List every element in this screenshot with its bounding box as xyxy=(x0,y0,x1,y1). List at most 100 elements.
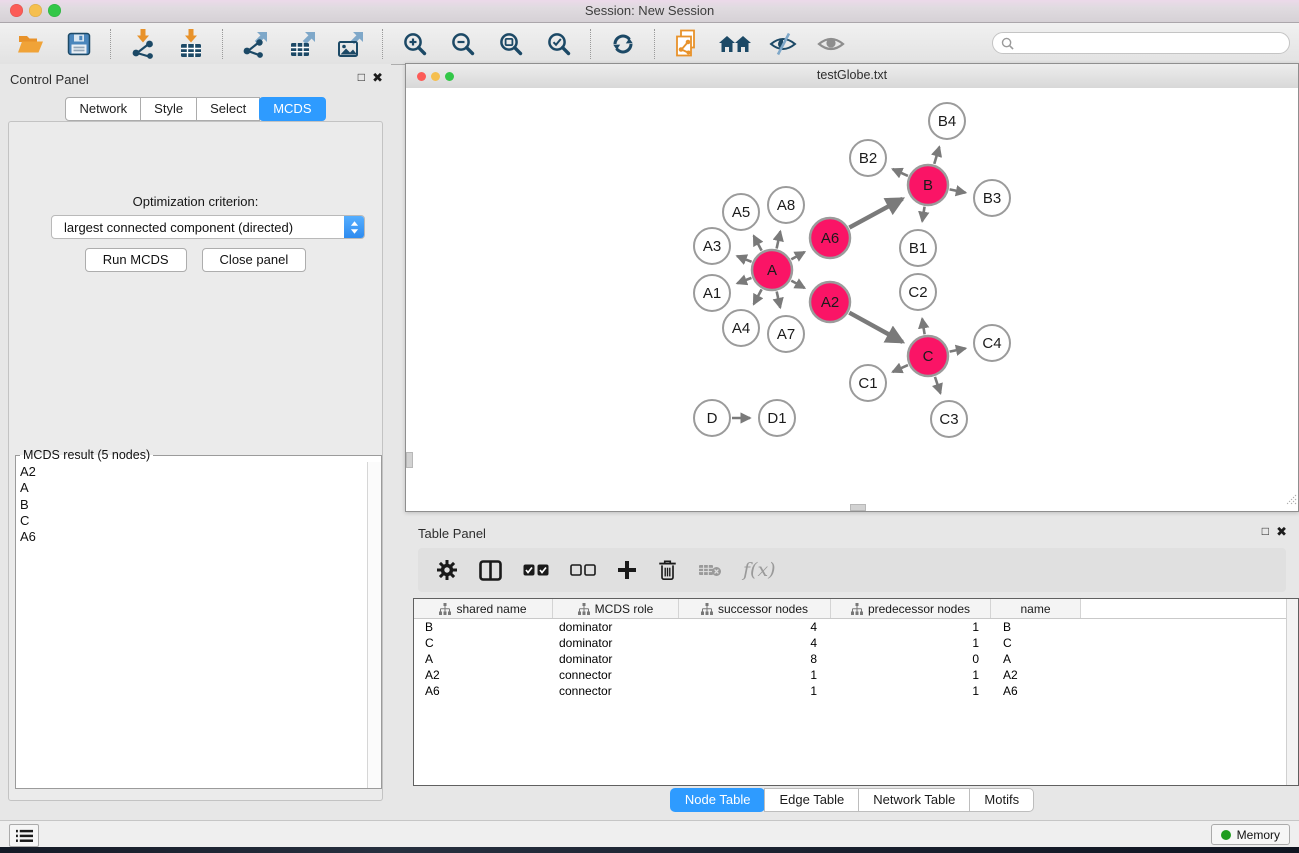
result-item[interactable]: B xyxy=(16,497,368,513)
export-network-icon[interactable] xyxy=(238,28,272,60)
tab-style[interactable]: Style xyxy=(140,97,197,121)
import-network-icon[interactable] xyxy=(126,28,160,60)
show-all-icon[interactable] xyxy=(814,28,848,60)
add-column-icon[interactable] xyxy=(617,560,637,580)
edge-A-A1[interactable] xyxy=(737,278,751,283)
edge-A2-C[interactable] xyxy=(849,313,902,342)
table-row[interactable]: Adominator80A xyxy=(414,651,1298,667)
resize-grip-icon[interactable] xyxy=(1285,492,1297,510)
canvas-vscroll-thumb[interactable] xyxy=(406,452,413,468)
column-header-shared-name[interactable]: shared name xyxy=(414,599,553,618)
node-B4[interactable]: B4 xyxy=(929,103,965,139)
result-item[interactable]: A2 xyxy=(16,464,368,480)
node-B1[interactable]: B1 xyxy=(900,230,936,266)
node-A8[interactable]: A8 xyxy=(768,187,804,223)
node-D[interactable]: D xyxy=(694,400,730,436)
mcds-result-list[interactable]: A2ABCA6 xyxy=(16,462,368,788)
table-cell[interactable]: 1 xyxy=(831,636,991,650)
table-close-icon[interactable]: ✖ xyxy=(1276,524,1287,539)
table-cell[interactable]: 4 xyxy=(679,636,831,650)
node-A[interactable]: A xyxy=(752,250,792,290)
table-cell[interactable]: 1 xyxy=(831,668,991,682)
table-cell[interactable]: connector xyxy=(553,668,679,682)
edge-A-A2[interactable] xyxy=(791,281,804,288)
close-panel-icon[interactable]: ✖ xyxy=(372,70,383,85)
run-mcds-button[interactable]: Run MCDS xyxy=(85,248,187,272)
edge-A-A4[interactable] xyxy=(754,289,762,304)
tab-select[interactable]: Select xyxy=(196,97,260,121)
table-cell[interactable]: A xyxy=(991,652,1081,666)
tab-edge-table[interactable]: Edge Table xyxy=(764,788,859,812)
column-header-name[interactable]: name xyxy=(991,599,1081,618)
table-cell[interactable]: 1 xyxy=(831,620,991,634)
clone-network-icon[interactable] xyxy=(670,28,704,60)
hide-unselected-icon[interactable] xyxy=(766,28,800,60)
optimization-dropdown[interactable]: largest connected component (directed) xyxy=(51,215,365,239)
node-A2[interactable]: A2 xyxy=(810,282,850,322)
column-header-MCDS-role[interactable]: MCDS role xyxy=(553,599,679,618)
split-panel-icon[interactable] xyxy=(479,560,502,581)
node-C4[interactable]: C4 xyxy=(974,325,1010,361)
table-row[interactable]: A6connector11A6 xyxy=(414,683,1298,699)
table-cell[interactable]: dominator xyxy=(553,636,679,650)
node-B[interactable]: B xyxy=(908,165,948,205)
import-table-icon[interactable] xyxy=(174,28,208,60)
table-cell[interactable]: A2 xyxy=(414,668,553,682)
table-cell[interactable]: B xyxy=(414,620,553,634)
canvas-hscroll-thumb[interactable] xyxy=(850,504,866,511)
table-cell[interactable]: A2 xyxy=(991,668,1081,682)
node-A6[interactable]: A6 xyxy=(810,218,850,258)
table-cell[interactable]: A6 xyxy=(414,684,553,698)
network-graph[interactable]: B4B2BB3A5A8A6A3B1AA1C2A2A4A7C4CC1C3DD1 xyxy=(406,88,1298,511)
table-cell[interactable]: A xyxy=(414,652,553,666)
edge-A-A7[interactable] xyxy=(777,291,781,307)
result-item[interactable]: A xyxy=(16,480,368,496)
settings-gear-icon[interactable] xyxy=(436,559,458,581)
deselect-all-icon[interactable] xyxy=(570,564,596,576)
edge-B-B4[interactable] xyxy=(934,147,939,164)
table-cell[interactable]: connector xyxy=(553,684,679,698)
task-history-button[interactable] xyxy=(9,824,39,847)
zoom-selected-icon[interactable] xyxy=(542,28,576,60)
table-float-icon[interactable]: □ xyxy=(1262,524,1269,539)
home-icon[interactable] xyxy=(718,28,752,60)
edge-C-C3[interactable] xyxy=(935,377,941,394)
table-scrollbar[interactable] xyxy=(1286,599,1298,785)
table-cell[interactable]: B xyxy=(991,620,1081,634)
zoom-out-icon[interactable] xyxy=(446,28,480,60)
table-row[interactable]: Cdominator41C xyxy=(414,635,1298,651)
edge-A-A5[interactable] xyxy=(754,236,762,251)
zoom-fit-icon[interactable] xyxy=(494,28,528,60)
column-header-predecessor-nodes[interactable]: predecessor nodes xyxy=(831,599,991,618)
column-header-successor-nodes[interactable]: successor nodes xyxy=(679,599,831,618)
table-cell[interactable]: 1 xyxy=(679,684,831,698)
node-A4[interactable]: A4 xyxy=(723,310,759,346)
edge-A-A8[interactable] xyxy=(777,231,781,248)
save-session-icon[interactable] xyxy=(62,28,96,60)
node-C3[interactable]: C3 xyxy=(931,401,967,437)
table-cell[interactable]: dominator xyxy=(553,652,679,666)
table-cell[interactable]: 0 xyxy=(831,652,991,666)
edge-C-C2[interactable] xyxy=(922,319,924,335)
edge-A-A3[interactable] xyxy=(737,256,752,262)
table-row[interactable]: Bdominator41B xyxy=(414,619,1298,635)
zoom-in-icon[interactable] xyxy=(398,28,432,60)
tab-node-table[interactable]: Node Table xyxy=(670,788,766,812)
node-C2[interactable]: C2 xyxy=(900,274,936,310)
table-cell[interactable]: dominator xyxy=(553,620,679,634)
tab-network[interactable]: Network xyxy=(65,97,141,121)
tab-network-table[interactable]: Network Table xyxy=(858,788,970,812)
table-cell[interactable]: A6 xyxy=(991,684,1081,698)
edge-C-C4[interactable] xyxy=(950,348,966,351)
search-input[interactable] xyxy=(992,32,1290,54)
close-panel-button[interactable]: Close panel xyxy=(202,248,307,272)
edge-B-B3[interactable] xyxy=(950,189,966,192)
float-panel-icon[interactable]: □ xyxy=(358,70,365,85)
select-all-icon[interactable] xyxy=(523,564,549,576)
node-A7[interactable]: A7 xyxy=(768,316,804,352)
table-cell[interactable]: C xyxy=(991,636,1081,650)
edge-B-B2[interactable] xyxy=(893,169,908,176)
tab-mcds[interactable]: MCDS xyxy=(259,97,325,121)
table-cell[interactable]: 1 xyxy=(831,684,991,698)
delete-column-icon[interactable] xyxy=(658,559,677,581)
